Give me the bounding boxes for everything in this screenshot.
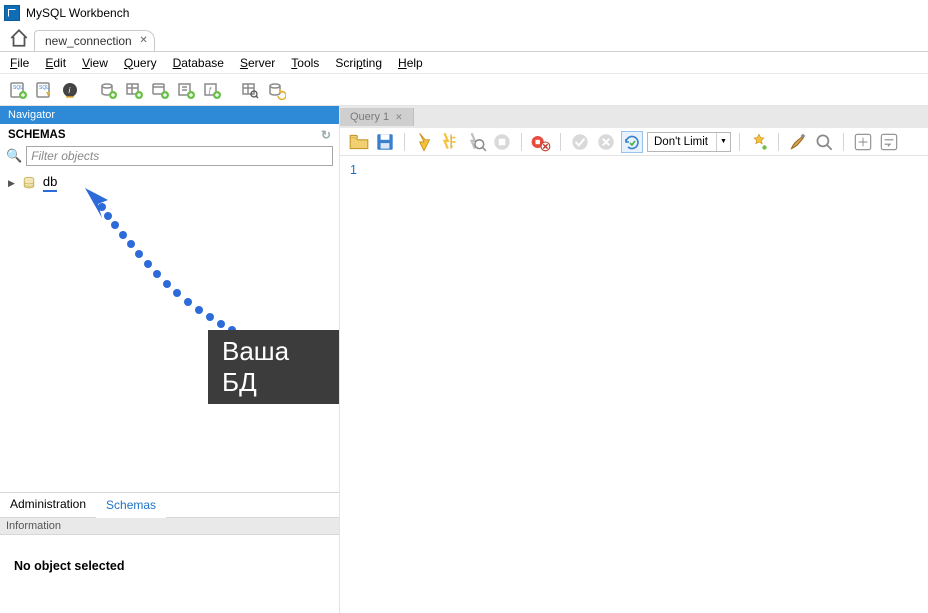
menu-query[interactable]: Query [124, 56, 157, 70]
query-tab-label: Query 1 [350, 111, 389, 123]
svg-text:i: i [69, 86, 71, 95]
svg-text:ƒ: ƒ [208, 86, 212, 95]
limit-rows-dropdown[interactable]: Don't Limit ▼ [647, 132, 731, 152]
execute-icon[interactable] [413, 131, 435, 153]
navigator-title: Navigator [8, 109, 55, 121]
connection-tab[interactable]: new_connection ✕ [34, 30, 155, 51]
app-title: MySQL Workbench [26, 6, 129, 20]
close-icon[interactable]: ✕ [139, 35, 147, 46]
chevron-down-icon: ▼ [716, 133, 730, 151]
navigator-header: Navigator [0, 106, 339, 124]
home-button[interactable] [8, 27, 30, 49]
beautify-icon[interactable] [748, 131, 770, 153]
query-tabstrip: Query 1 ✕ [340, 106, 928, 128]
main-toolbar: SQL SQL i ƒ [0, 74, 928, 106]
schemas-heading: SCHEMAS [8, 129, 66, 141]
menu-view[interactable]: View [82, 56, 108, 70]
view-add-icon[interactable] [148, 78, 172, 102]
reconnect-icon[interactable] [264, 78, 288, 102]
sql-editor[interactable]: 1 [340, 156, 928, 183]
tab-administration[interactable]: Administration [0, 493, 96, 517]
menu-database[interactable]: Database [173, 56, 224, 70]
svg-text:SQL: SQL [39, 85, 49, 91]
execute-current-icon[interactable]: I [439, 131, 461, 153]
annotation-label: Ваша БД [208, 330, 339, 404]
information-header: Information [0, 518, 339, 535]
query-toolbar: I Don't Limit ▼ [340, 128, 928, 156]
menu-file[interactable]: File [10, 56, 29, 70]
save-icon[interactable] [374, 131, 396, 153]
new-sql-tab-icon[interactable]: SQL [6, 78, 30, 102]
limit-rows-label: Don't Limit [648, 136, 716, 148]
navigator-panel: Navigator SCHEMAS ↻ 🔍 ▶ db [0, 106, 340, 613]
navigator-bottom-tabs: Administration Schemas [0, 492, 339, 518]
filter-objects-input[interactable] [26, 146, 333, 166]
toggle-whitespace-icon[interactable] [852, 131, 874, 153]
menu-server[interactable]: Server [240, 56, 275, 70]
search-table-icon[interactable] [238, 78, 262, 102]
schema-add-icon[interactable] [96, 78, 120, 102]
database-icon [21, 175, 37, 191]
menu-scripting[interactable]: Scripting [335, 56, 382, 70]
tab-schemas[interactable]: Schemas [96, 494, 166, 518]
gutter-line-number: 1 [350, 163, 357, 177]
information-body: No object selected [0, 535, 339, 613]
search-icon: 🔍 [6, 148, 22, 164]
open-file-icon[interactable] [348, 131, 370, 153]
table-add-icon[interactable] [122, 78, 146, 102]
toggle-wrap-icon[interactable] [878, 131, 900, 153]
explain-icon[interactable] [465, 131, 487, 153]
commit-disabled-icon [569, 131, 591, 153]
schema-name: db [43, 174, 57, 192]
brush-icon[interactable] [787, 131, 809, 153]
find-icon[interactable] [813, 131, 835, 153]
expand-icon[interactable]: ▶ [8, 178, 15, 189]
open-sql-icon[interactable]: SQL [32, 78, 56, 102]
schema-node[interactable]: ▶ db [8, 174, 331, 192]
close-icon[interactable]: ✕ [395, 112, 403, 123]
menu-help[interactable]: Help [398, 56, 423, 70]
stop-on-error-icon[interactable] [530, 131, 552, 153]
rollback-disabled-icon [595, 131, 617, 153]
query-tab[interactable]: Query 1 ✕ [340, 108, 414, 126]
inspector-icon[interactable]: i [58, 78, 82, 102]
procedure-add-icon[interactable] [174, 78, 198, 102]
stop-disabled-icon [491, 131, 513, 153]
menubar: File Edit View Query Database Server Too… [0, 52, 928, 74]
autocommit-icon[interactable] [621, 131, 643, 153]
app-icon [4, 5, 20, 21]
connection-tab-label: new_connection [45, 34, 132, 48]
menu-tools[interactable]: Tools [291, 56, 319, 70]
refresh-icon[interactable]: ↻ [321, 128, 331, 142]
titlebar: MySQL Workbench [0, 0, 928, 25]
svg-text:I: I [450, 133, 452, 140]
connection-tabstrip: new_connection ✕ [0, 25, 928, 52]
svg-text:SQL: SQL [13, 85, 23, 91]
function-add-icon[interactable]: ƒ [200, 78, 224, 102]
menu-edit[interactable]: Edit [45, 56, 66, 70]
